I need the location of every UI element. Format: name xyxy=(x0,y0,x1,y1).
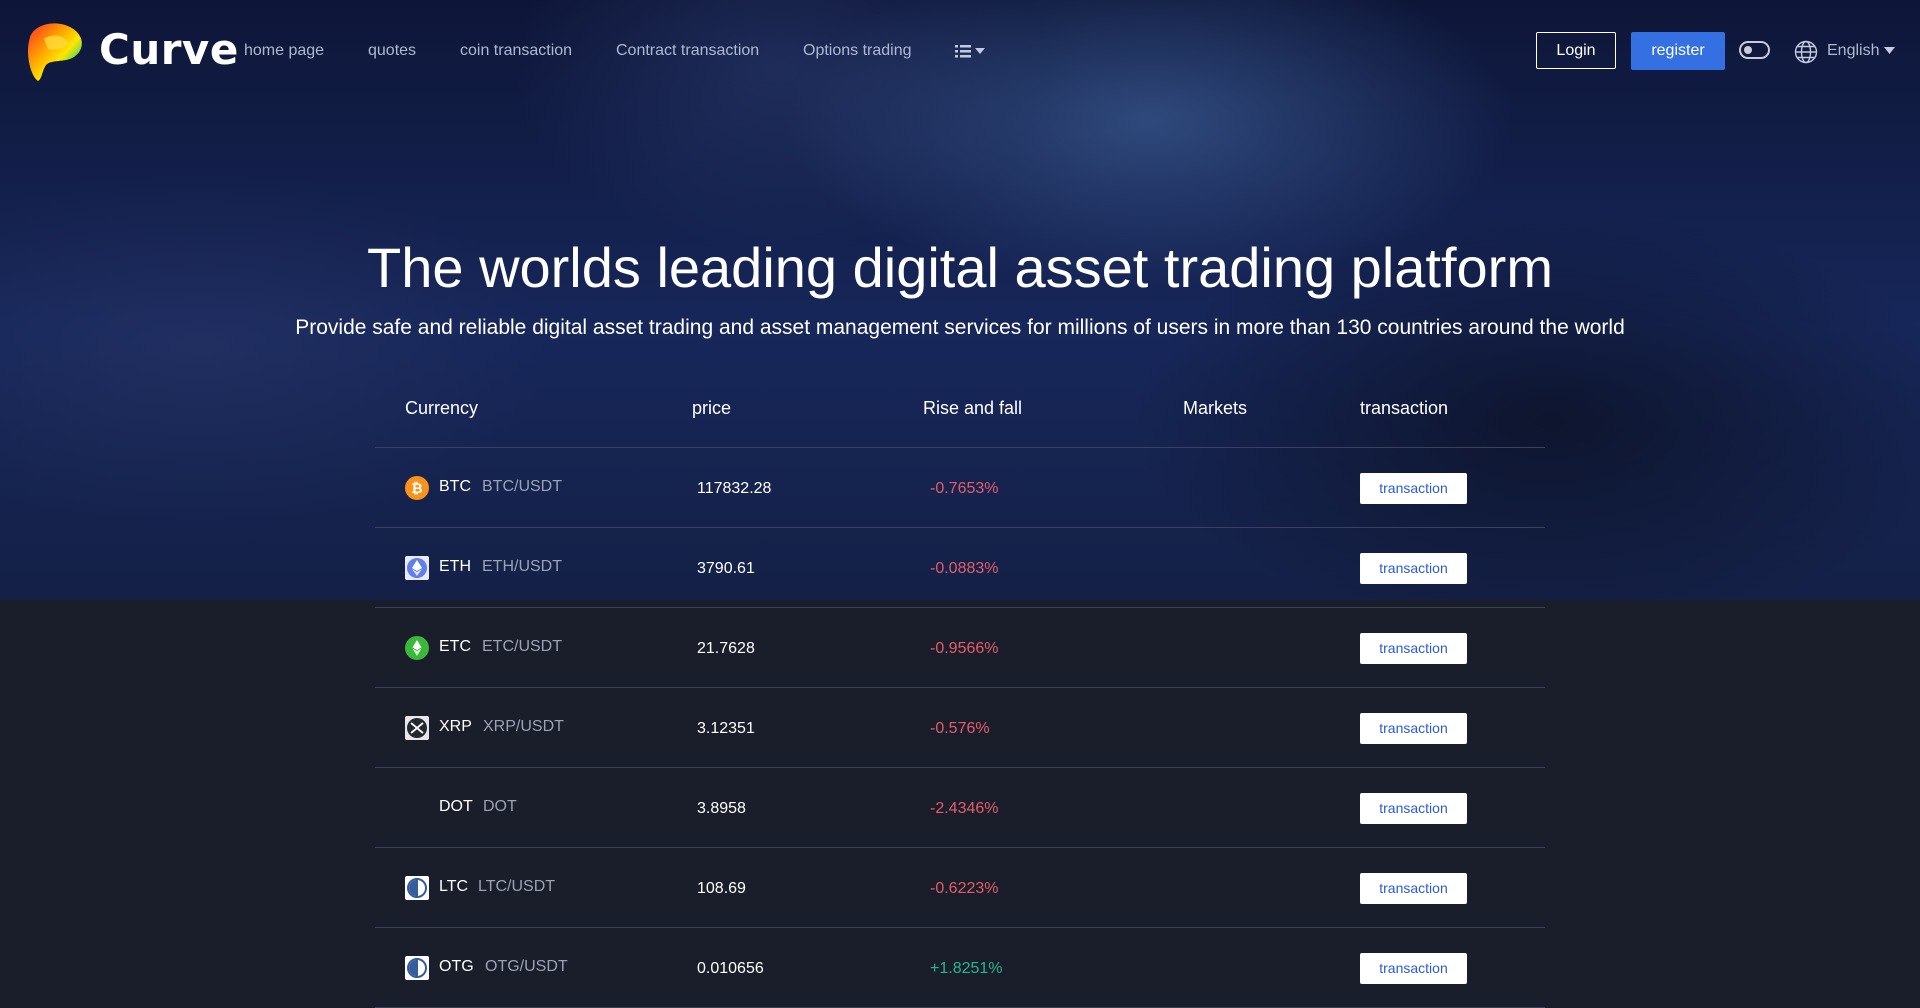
brand-name[interactable]: Curve xyxy=(99,24,239,76)
coin-pair: OTG/USDT xyxy=(485,958,568,975)
ethereum-classic-icon xyxy=(405,636,429,660)
coin-change: -0.0883% xyxy=(930,560,999,577)
globe-icon[interactable] xyxy=(1794,40,1818,64)
table-row[interactable]: OTG OTG/USDT 0.010656 +1.8251% transacti… xyxy=(375,928,1545,1008)
coin-change: -0.576% xyxy=(930,720,990,737)
coin-symbol: BTC xyxy=(439,478,471,495)
coin-pair: BTC/USDT xyxy=(482,478,562,495)
ethereum-icon xyxy=(405,556,429,580)
header-price: price xyxy=(692,398,732,418)
header-transaction: transaction xyxy=(1360,398,1449,418)
header-markets: Markets xyxy=(1183,398,1248,418)
transaction-button[interactable]: transaction xyxy=(1360,793,1467,824)
coin-symbol: DOT xyxy=(439,798,473,815)
coin-change: -0.6223% xyxy=(930,880,999,897)
market-table: Currency price Rise and fall Markets tra… xyxy=(375,380,1545,1008)
coin-price: 108.69 xyxy=(697,880,746,897)
transaction-button[interactable]: transaction xyxy=(1360,953,1467,984)
coin-price: 3.8958 xyxy=(697,800,746,817)
xrp-icon xyxy=(405,716,429,740)
nav-link-coin-transaction[interactable]: coin transaction xyxy=(460,40,572,62)
otg-coin-icon xyxy=(405,956,429,980)
register-button[interactable]: register xyxy=(1631,32,1725,70)
transaction-button[interactable]: transaction xyxy=(1360,633,1467,664)
svg-text:₿: ₿ xyxy=(411,481,422,497)
coin-pair: ETH/USDT xyxy=(482,558,562,575)
coin-pair: XRP/USDT xyxy=(483,718,564,735)
header-currency: Currency xyxy=(405,398,479,418)
table-row[interactable]: DOT DOT 3.8958 -2.4346% transaction xyxy=(375,768,1545,848)
nav-link-options-trading[interactable]: Options trading xyxy=(803,40,912,62)
coin-symbol: XRP xyxy=(439,718,472,735)
theme-toggle[interactable] xyxy=(1739,41,1770,59)
login-button[interactable]: Login xyxy=(1536,32,1616,69)
table-header: Currency price Rise and fall Markets tra… xyxy=(375,380,1545,448)
table-row[interactable]: LTC LTC/USDT 108.69 -0.6223% transaction xyxy=(375,848,1545,928)
nav-link-contract-transaction[interactable]: Contract transaction xyxy=(616,40,759,62)
hero-subtitle: Provide safe and reliable digital asset … xyxy=(295,316,1625,339)
table-row[interactable]: ₿ BTC BTC/USDT 117832.28 -0.7653% transa… xyxy=(375,448,1545,528)
table-row[interactable]: XRP XRP/USDT 3.12351 -0.576% transaction xyxy=(375,688,1545,768)
nav-link-quotes[interactable]: quotes xyxy=(368,40,416,62)
table-row[interactable]: ETH ETH/USDT 3790.61 -0.0883% transactio… xyxy=(375,528,1545,608)
coin-symbol: LTC xyxy=(439,878,469,895)
language-selector[interactable]: English xyxy=(1827,40,1879,62)
chevron-down-icon[interactable] xyxy=(1884,47,1895,54)
more-menu-icon[interactable] xyxy=(955,42,989,60)
header-rise-and-fall: Rise and fall xyxy=(923,398,1023,418)
coin-pair: LTC/USDT xyxy=(478,878,556,895)
coin-change: -2.4346% xyxy=(930,800,999,817)
coin-symbol: ETH xyxy=(439,558,471,575)
coin-pair: ETC/USDT xyxy=(482,638,562,655)
top-navigation: Curve home page quotes coin transaction … xyxy=(0,0,1920,102)
curve-logo-icon[interactable] xyxy=(24,19,88,83)
coin-change: +1.8251% xyxy=(930,960,1003,977)
coin-price: 0.010656 xyxy=(697,960,764,977)
coin-symbol: OTG xyxy=(439,958,474,975)
transaction-button[interactable]: transaction xyxy=(1360,713,1467,744)
coin-symbol: ETC xyxy=(439,638,471,655)
coin-change: -0.9566% xyxy=(930,640,999,657)
coin-price: 117832.28 xyxy=(697,480,772,497)
transaction-button[interactable]: transaction xyxy=(1360,553,1467,584)
transaction-button[interactable]: transaction xyxy=(1360,873,1467,904)
coin-price: 3790.61 xyxy=(697,560,755,577)
toggle-knob xyxy=(1744,46,1752,54)
table-row[interactable]: ETC ETC/USDT 21.7628 -0.9566% transactio… xyxy=(375,608,1545,688)
coin-change: -0.7653% xyxy=(930,480,999,497)
nav-link-home[interactable]: home page xyxy=(244,40,324,62)
bitcoin-icon: ₿ xyxy=(405,476,429,500)
litecoin-icon xyxy=(405,876,429,900)
coin-pair: DOT xyxy=(483,798,517,815)
coin-price: 3.12351 xyxy=(697,720,755,737)
coin-price: 21.7628 xyxy=(697,640,755,657)
transaction-button[interactable]: transaction xyxy=(1360,473,1467,504)
hero-title: The worlds leading digital asset trading… xyxy=(367,236,1553,299)
